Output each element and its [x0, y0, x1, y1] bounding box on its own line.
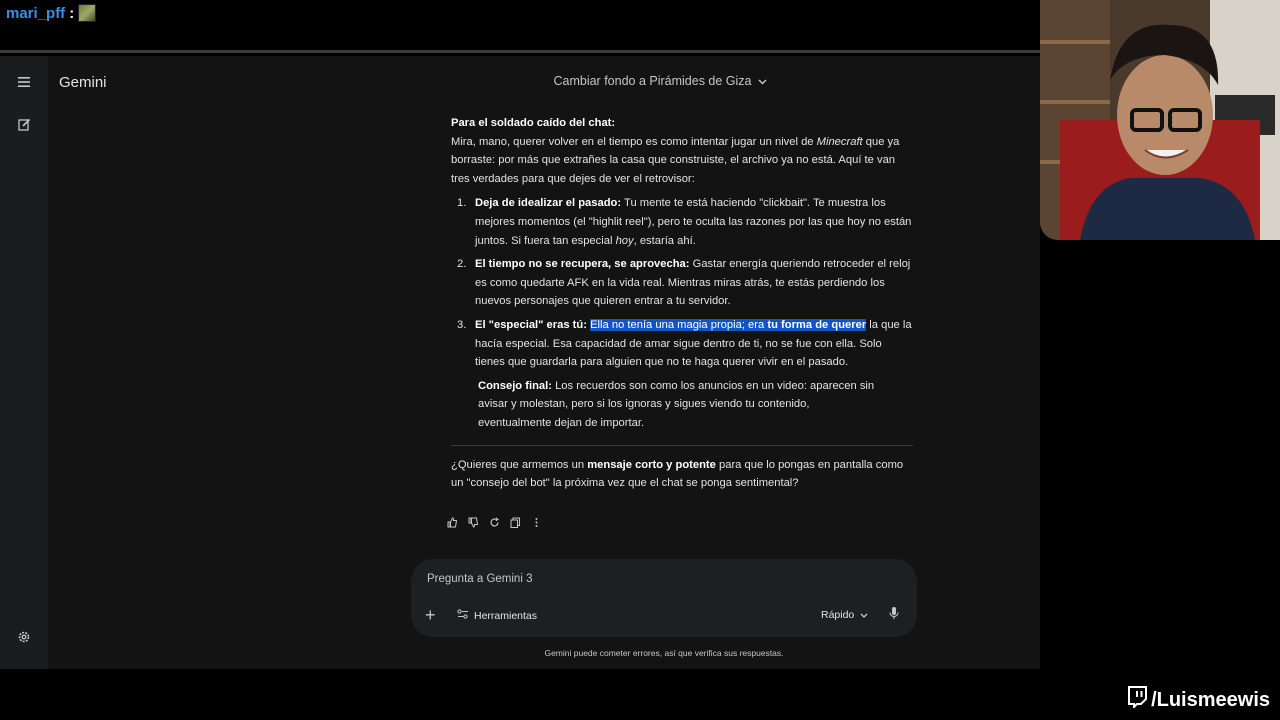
list-item: 1. Deja de idealizar el pasado: Tu mente… [457, 197, 912, 247]
prompt-composer[interactable]: Pregunta a Gemini 3 + Herramientas Rápid… [411, 559, 917, 637]
disclaimer: Gemini puede cometer errores, así que ve… [544, 648, 784, 658]
response-actions [444, 514, 544, 530]
refresh-icon[interactable] [486, 514, 502, 530]
conversation-title: Cambiar fondo a Pirámides de Giza [553, 74, 752, 88]
tools-button[interactable]: Herramientas [457, 609, 537, 622]
plus-icon[interactable]: + [425, 605, 436, 626]
truths-list: 1. Deja de idealizar el pasado: Tu mente… [451, 194, 913, 371]
mic-icon[interactable] [889, 606, 899, 625]
mode-selector[interactable]: Rápido [821, 609, 868, 621]
list-item: 3. El "especial" eras tú: Ella no tenía … [457, 318, 912, 369]
chat-username: mari_pff [6, 4, 66, 22]
stream-chat-message: mari_pff : [6, 4, 97, 22]
final-tip: Consejo final: Los recuerdos son como lo… [478, 379, 875, 429]
gemini-window: Gemini Cambiar fondo a Pirámides de Giza… [0, 56, 1040, 669]
response-heading: Para el soldado caído del chat: [451, 117, 616, 129]
followup-question: ¿Quieres que armemos un mensaje corto y … [451, 458, 904, 490]
tools-icon [457, 609, 469, 622]
thumbs-up-icon[interactable] [444, 514, 460, 530]
chat-emote-icon [78, 4, 97, 22]
twitch-icon [1127, 686, 1148, 714]
webcam-image [1040, 0, 1280, 240]
response-content: Para el soldado caído del chat: Mira, ma… [451, 114, 913, 493]
list-item: 2. El tiempo no se recupera, se aprovech… [457, 258, 911, 308]
channel-name: /Luismeewis [1151, 688, 1270, 711]
tools-label: Herramientas [474, 609, 538, 622]
response-intro: Mira, mano, querer volver en el tiempo e… [451, 135, 900, 185]
selected-text[interactable]: Ella no tenía una magia propia; era tu f… [590, 318, 867, 331]
chat-separator: : [69, 4, 75, 22]
chevron-down-icon [757, 74, 767, 88]
webcam-overlay [1040, 0, 1280, 240]
more-icon[interactable] [528, 514, 544, 530]
sidebar-rail [0, 56, 48, 669]
window-top-border [0, 50, 1040, 53]
thumbs-down-icon[interactable] [465, 514, 481, 530]
prompt-input[interactable]: Pregunta a Gemini 3 [427, 573, 532, 585]
chevron-down-icon [860, 609, 868, 621]
new-chat-icon[interactable] [12, 112, 36, 136]
divider [451, 444, 913, 446]
mode-label: Rápido [821, 609, 855, 621]
channel-watermark: /Luismeewis [1127, 686, 1270, 714]
copy-icon[interactable] [507, 514, 523, 530]
settings-icon[interactable] [12, 625, 36, 649]
